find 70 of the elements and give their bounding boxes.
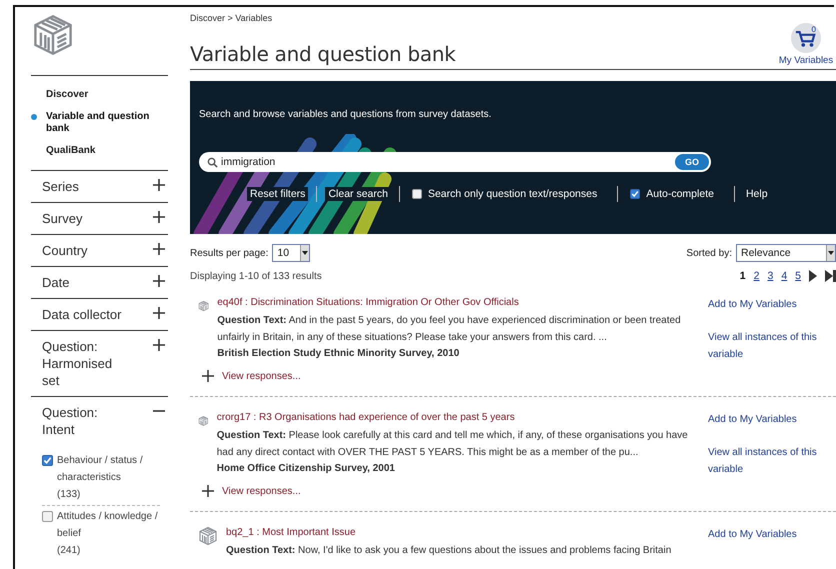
checkbox[interactable] [630, 189, 640, 199]
filter-heading[interactable]: Date [42, 274, 127, 291]
sort-label: Sorted by: [686, 248, 732, 258]
option-count: (133) [57, 488, 82, 502]
checkbox[interactable] [42, 511, 53, 522]
page-link[interactable]: 4 [781, 270, 788, 282]
page-link[interactable]: 2 [754, 270, 760, 282]
expand-icon[interactable] [152, 274, 166, 288]
checkbox-label[interactable]: Auto-complete [646, 188, 714, 200]
next-page-icon[interactable] [809, 270, 817, 282]
expand-icon[interactable] [202, 370, 214, 382]
survey-name: Home Office Citizenship Survey, 2001 [216, 462, 396, 476]
nav-link[interactable]: Variable and question bank [46, 111, 158, 135]
dropdown-arrow-icon [302, 251, 308, 255]
expand-icon[interactable] [152, 242, 166, 256]
nav-link[interactable]: Discover [46, 89, 158, 101]
page-link[interactable]: 5 [795, 270, 801, 282]
nav-link[interactable]: QualiBank [46, 145, 158, 157]
results-per-page-label: Results per page: [190, 248, 268, 258]
search-field[interactable]: immigration GO [199, 152, 711, 172]
variable-title-link[interactable]: bq2_1 : Most Important Issue [226, 527, 356, 538]
checkbox-label[interactable]: Search only question text/responses [428, 188, 598, 200]
filter-heading[interactable]: Question: Intent [42, 404, 127, 438]
banner-link[interactable]: Reset filters [247, 187, 308, 201]
results-per-page-select[interactable]: 10 [272, 244, 310, 262]
cart-button[interactable]: 0 [791, 23, 821, 53]
results-summary: Displaying 1-10 of 133 results [190, 270, 322, 282]
expand-icon[interactable] [202, 485, 214, 497]
page-link[interactable]: 3 [767, 270, 774, 282]
filter-heading[interactable]: Series [42, 178, 127, 195]
variable-title-link[interactable]: crorg17 : R3 Organisations had experience of over the past 5 years [216, 412, 515, 423]
add-to-my-variables-link[interactable]: Add to My Variables [708, 296, 833, 313]
search-icon [207, 156, 218, 168]
expand-icon[interactable] [152, 306, 166, 320]
view-instances-link[interactable]: View all instances of this variable [708, 444, 828, 478]
page-link[interactable]: 1 [740, 270, 746, 282]
view-responses-link[interactable]: View responses... [222, 486, 301, 496]
survey-name: British Election Study Ethnic Minority Survey, 2010 [217, 347, 460, 361]
page-title: Variable and question bank [190, 42, 456, 66]
add-to-my-variables-link[interactable]: Add to My Variables [708, 526, 833, 543]
question-text: Question Text: Now, I'd like to ask you a few questions about the issues and problems facing Britain [226, 544, 672, 558]
question-text: Question Text: Please look carefully at this card and tell me which, if any, of these organisations you have had any direct contact with OVER THE PAST 5 YEARS. This might be as a member of the pu... [216, 429, 689, 460]
option-count: (241) [57, 544, 82, 558]
expand-icon[interactable] [152, 178, 166, 192]
banner-link[interactable]: Clear search [325, 187, 391, 201]
sort-select[interactable]: Relevance [736, 244, 836, 262]
filter-heading[interactable]: Survey [42, 210, 127, 227]
my-variables-link[interactable]: My Variables [778, 55, 834, 66]
variable-title-link[interactable]: eq40f : Discrimination Situations: Immigration Or Other Gov Officials [217, 297, 519, 308]
filter-option[interactable]: Behaviour / status / characteristics [57, 452, 160, 486]
last-page-icon[interactable] [825, 270, 836, 282]
go-button[interactable]: GO [675, 154, 709, 170]
banner-intro: Search and browse variables and questions from survey datasets. [199, 108, 492, 120]
checkbox[interactable] [42, 455, 53, 466]
filter-option[interactable]: Attitudes / knowledge / belief [57, 508, 160, 542]
view-responses-link[interactable]: View responses... [222, 370, 301, 382]
expand-icon[interactable] [152, 210, 166, 224]
logo-icon [31, 13, 75, 57]
breadcrumb[interactable]: Discover > Variables [190, 13, 836, 23]
expand-icon[interactable] [152, 338, 166, 352]
checkbox[interactable] [412, 189, 422, 199]
dropdown-arrow-icon [828, 251, 834, 255]
filter-heading[interactable]: Question: Harmonised set [42, 338, 127, 389]
cart-count: 0 [812, 25, 816, 34]
question-text: Question Text: And in the past 5 years, do you feel you have experienced discrimination or been treated unfairly in Britain, in any of these situations? Please take your answers from this card. ... [217, 314, 682, 345]
filter-heading[interactable]: Country [42, 242, 127, 259]
filter-heading[interactable]: Data collector [42, 306, 127, 323]
add-to-my-variables-link[interactable]: Add to My Variables [708, 411, 833, 428]
variable-icon [198, 526, 218, 546]
view-instances-link[interactable]: View all instances of this variable [708, 329, 828, 363]
